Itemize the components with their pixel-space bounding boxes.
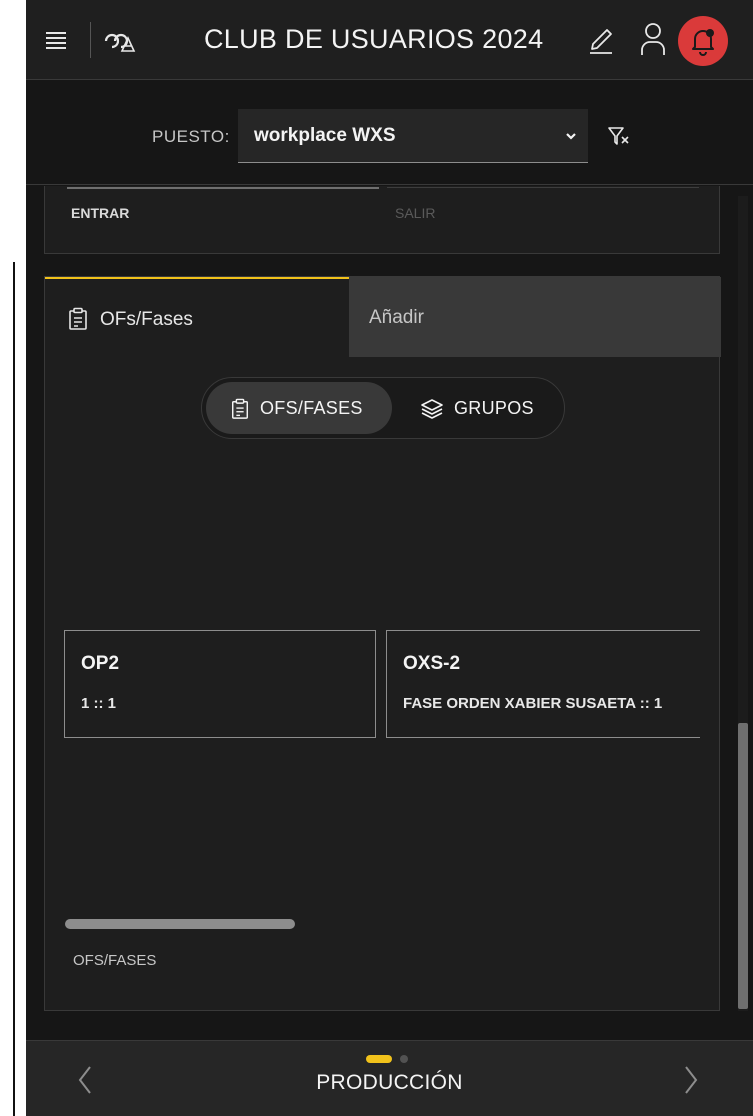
- enter-indicator: [67, 187, 379, 189]
- page-footer: PRODUCCIÓN: [26, 1040, 753, 1116]
- notification-button[interactable]: [678, 16, 728, 66]
- user-icon[interactable]: [638, 20, 668, 58]
- hamburger-icon[interactable]: [42, 26, 70, 54]
- workplace-select-value: workplace WXS: [254, 125, 396, 146]
- header-divider: [90, 22, 91, 58]
- scroll-content: ENTRAR SALIR OFs/Fases Añadir OFS/FASES …: [26, 186, 753, 1039]
- workplace-bar: PUESTO: workplace WXS: [26, 81, 753, 185]
- pencil-icon[interactable]: [586, 22, 616, 56]
- exit-button[interactable]: SALIR: [395, 205, 435, 221]
- tab-ofs-fases[interactable]: OFs/Fases: [45, 277, 349, 357]
- switch-grupos-label: GRUPOS: [454, 398, 534, 418]
- switch-grupos[interactable]: GRUPOS: [396, 382, 562, 434]
- clipboard-icon: [69, 307, 87, 330]
- vertical-scrollbar-track: [738, 196, 748, 1011]
- exit-indicator: [387, 187, 699, 188]
- chevron-right-icon[interactable]: [678, 1063, 704, 1097]
- of-card-list: OP2 1 :: 1 OXS-2 FASE ORDEN XABIER SUSAE…: [64, 630, 700, 740]
- of-card[interactable]: OXS-2 FASE ORDEN XABIER SUSAETA :: 1: [386, 630, 700, 738]
- switch-ofs-fases[interactable]: OFS/FASES: [206, 382, 392, 434]
- left-border-rule: [13, 262, 15, 1116]
- vertical-scrollbar-thumb[interactable]: [738, 723, 748, 1009]
- tab-anadir[interactable]: Añadir: [349, 277, 721, 357]
- app-header: CLUB DE USUARIOS 2024: [26, 0, 753, 80]
- of-card[interactable]: OP2 1 :: 1: [64, 630, 376, 738]
- of-card-detail: 1 :: 1: [81, 695, 117, 712]
- workplace-select[interactable]: workplace WXS: [238, 109, 588, 163]
- inout-card: ENTRAR SALIR: [44, 186, 720, 254]
- horizontal-scrollbar[interactable]: [65, 919, 295, 929]
- panel-footer-label: OFS/FASES: [73, 952, 157, 969]
- layers-icon: [421, 399, 443, 419]
- workplace-label: PUESTO:: [152, 127, 230, 146]
- of-card-detail: FASE ORDEN XABIER SUSAETA :: 1: [403, 695, 663, 712]
- app-title: CLUB DE USUARIOS 2024: [204, 24, 544, 54]
- clipboard-icon: [232, 398, 248, 419]
- chevron-down-icon: [566, 133, 576, 140]
- of-card-code: OP2: [81, 653, 120, 674]
- page-indicator-active[interactable]: [366, 1055, 392, 1063]
- tab-anadir-label: Añadir: [369, 307, 424, 328]
- page-indicator[interactable]: [400, 1055, 408, 1063]
- switch-ofs-fases-label: OFS/FASES: [260, 398, 363, 418]
- view-switcher: OFS/FASES GRUPOS: [201, 377, 565, 439]
- of-card-code: OXS-2: [403, 653, 461, 674]
- ofs-panel: OFs/Fases Añadir OFS/FASES GRUPOS OP2 1 …: [44, 276, 721, 1011]
- bell-icon: [692, 29, 714, 56]
- tab-ofs-fases-label: OFs/Fases: [100, 309, 193, 330]
- app-window: CLUB DE USUARIOS 2024 PUESTO: workplace: [26, 0, 753, 1116]
- tech-logo-icon: [102, 26, 138, 54]
- enter-button[interactable]: ENTRAR: [71, 205, 129, 221]
- section-title: PRODUCCIÓN: [316, 1071, 463, 1094]
- filter-clear-icon[interactable]: [606, 123, 632, 149]
